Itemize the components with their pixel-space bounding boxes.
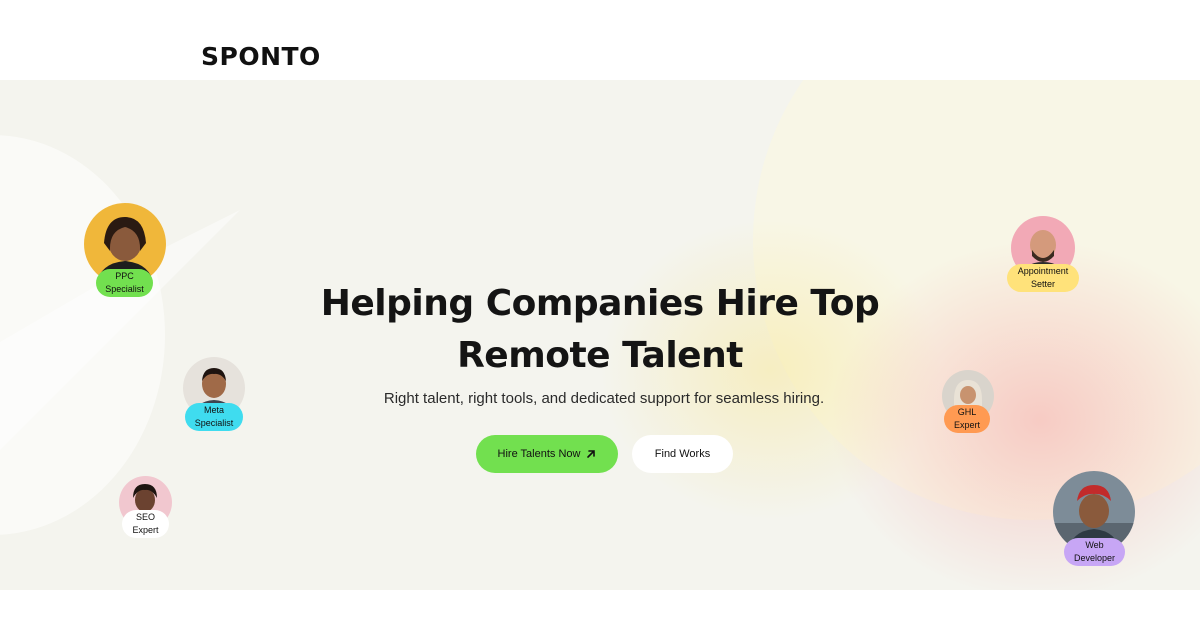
talent-label-line-1: SEO — [135, 512, 155, 522]
talent-label: Web Developer — [1064, 538, 1125, 566]
talent-label: Meta Specialist — [185, 403, 243, 431]
hero-headline: Helping Companies Hire Top Remote Talent — [300, 278, 900, 382]
talent-label-line-2: Specialist — [194, 418, 234, 428]
sponto-logo[interactable]: SPONTO — [201, 44, 321, 69]
talent-label: SEO Expert — [122, 510, 169, 538]
talent-label-line-1: Meta — [203, 405, 224, 415]
talent-label-line-1: PPC — [115, 271, 134, 281]
talent-label-line-2: Expert — [953, 420, 980, 430]
top-navigation-bar: SPONTO — [0, 0, 1200, 80]
headline-line-1: Helping Companies Hire Top — [320, 283, 880, 324]
talent-label-line-2: Developer — [1073, 553, 1116, 563]
find-works-button[interactable]: Find Works — [632, 435, 733, 473]
talent-label: Appointment Setter — [1007, 264, 1079, 292]
talent-label-line-2: Setter — [1030, 279, 1055, 289]
talent-label-line-1: Appointment — [1017, 266, 1069, 276]
hire-talents-now-button[interactable]: Hire Talents Now — [476, 435, 618, 473]
find-works-label: Find Works — [654, 448, 711, 460]
hero-section: Helping Companies Hire Top Remote Talent… — [0, 80, 1200, 590]
headline-line-2: Remote Talent — [457, 335, 743, 376]
talent-label-line-2: Specialist — [105, 284, 144, 294]
talent-label: PPC Specialist — [96, 269, 153, 297]
talent-label: GHL Expert — [944, 405, 990, 433]
hire-talents-now-label: Hire Talents Now — [497, 448, 581, 460]
talent-label-line-2: Expert — [132, 525, 159, 535]
arrow-up-right-icon — [586, 448, 596, 461]
talent-label-line-1: Web — [1085, 540, 1104, 550]
hero-subtitle: Right talent, right tools, and dedicated… — [383, 390, 825, 407]
page-bottom-area — [0, 590, 1200, 630]
talent-label-line-1: GHL — [957, 407, 977, 417]
